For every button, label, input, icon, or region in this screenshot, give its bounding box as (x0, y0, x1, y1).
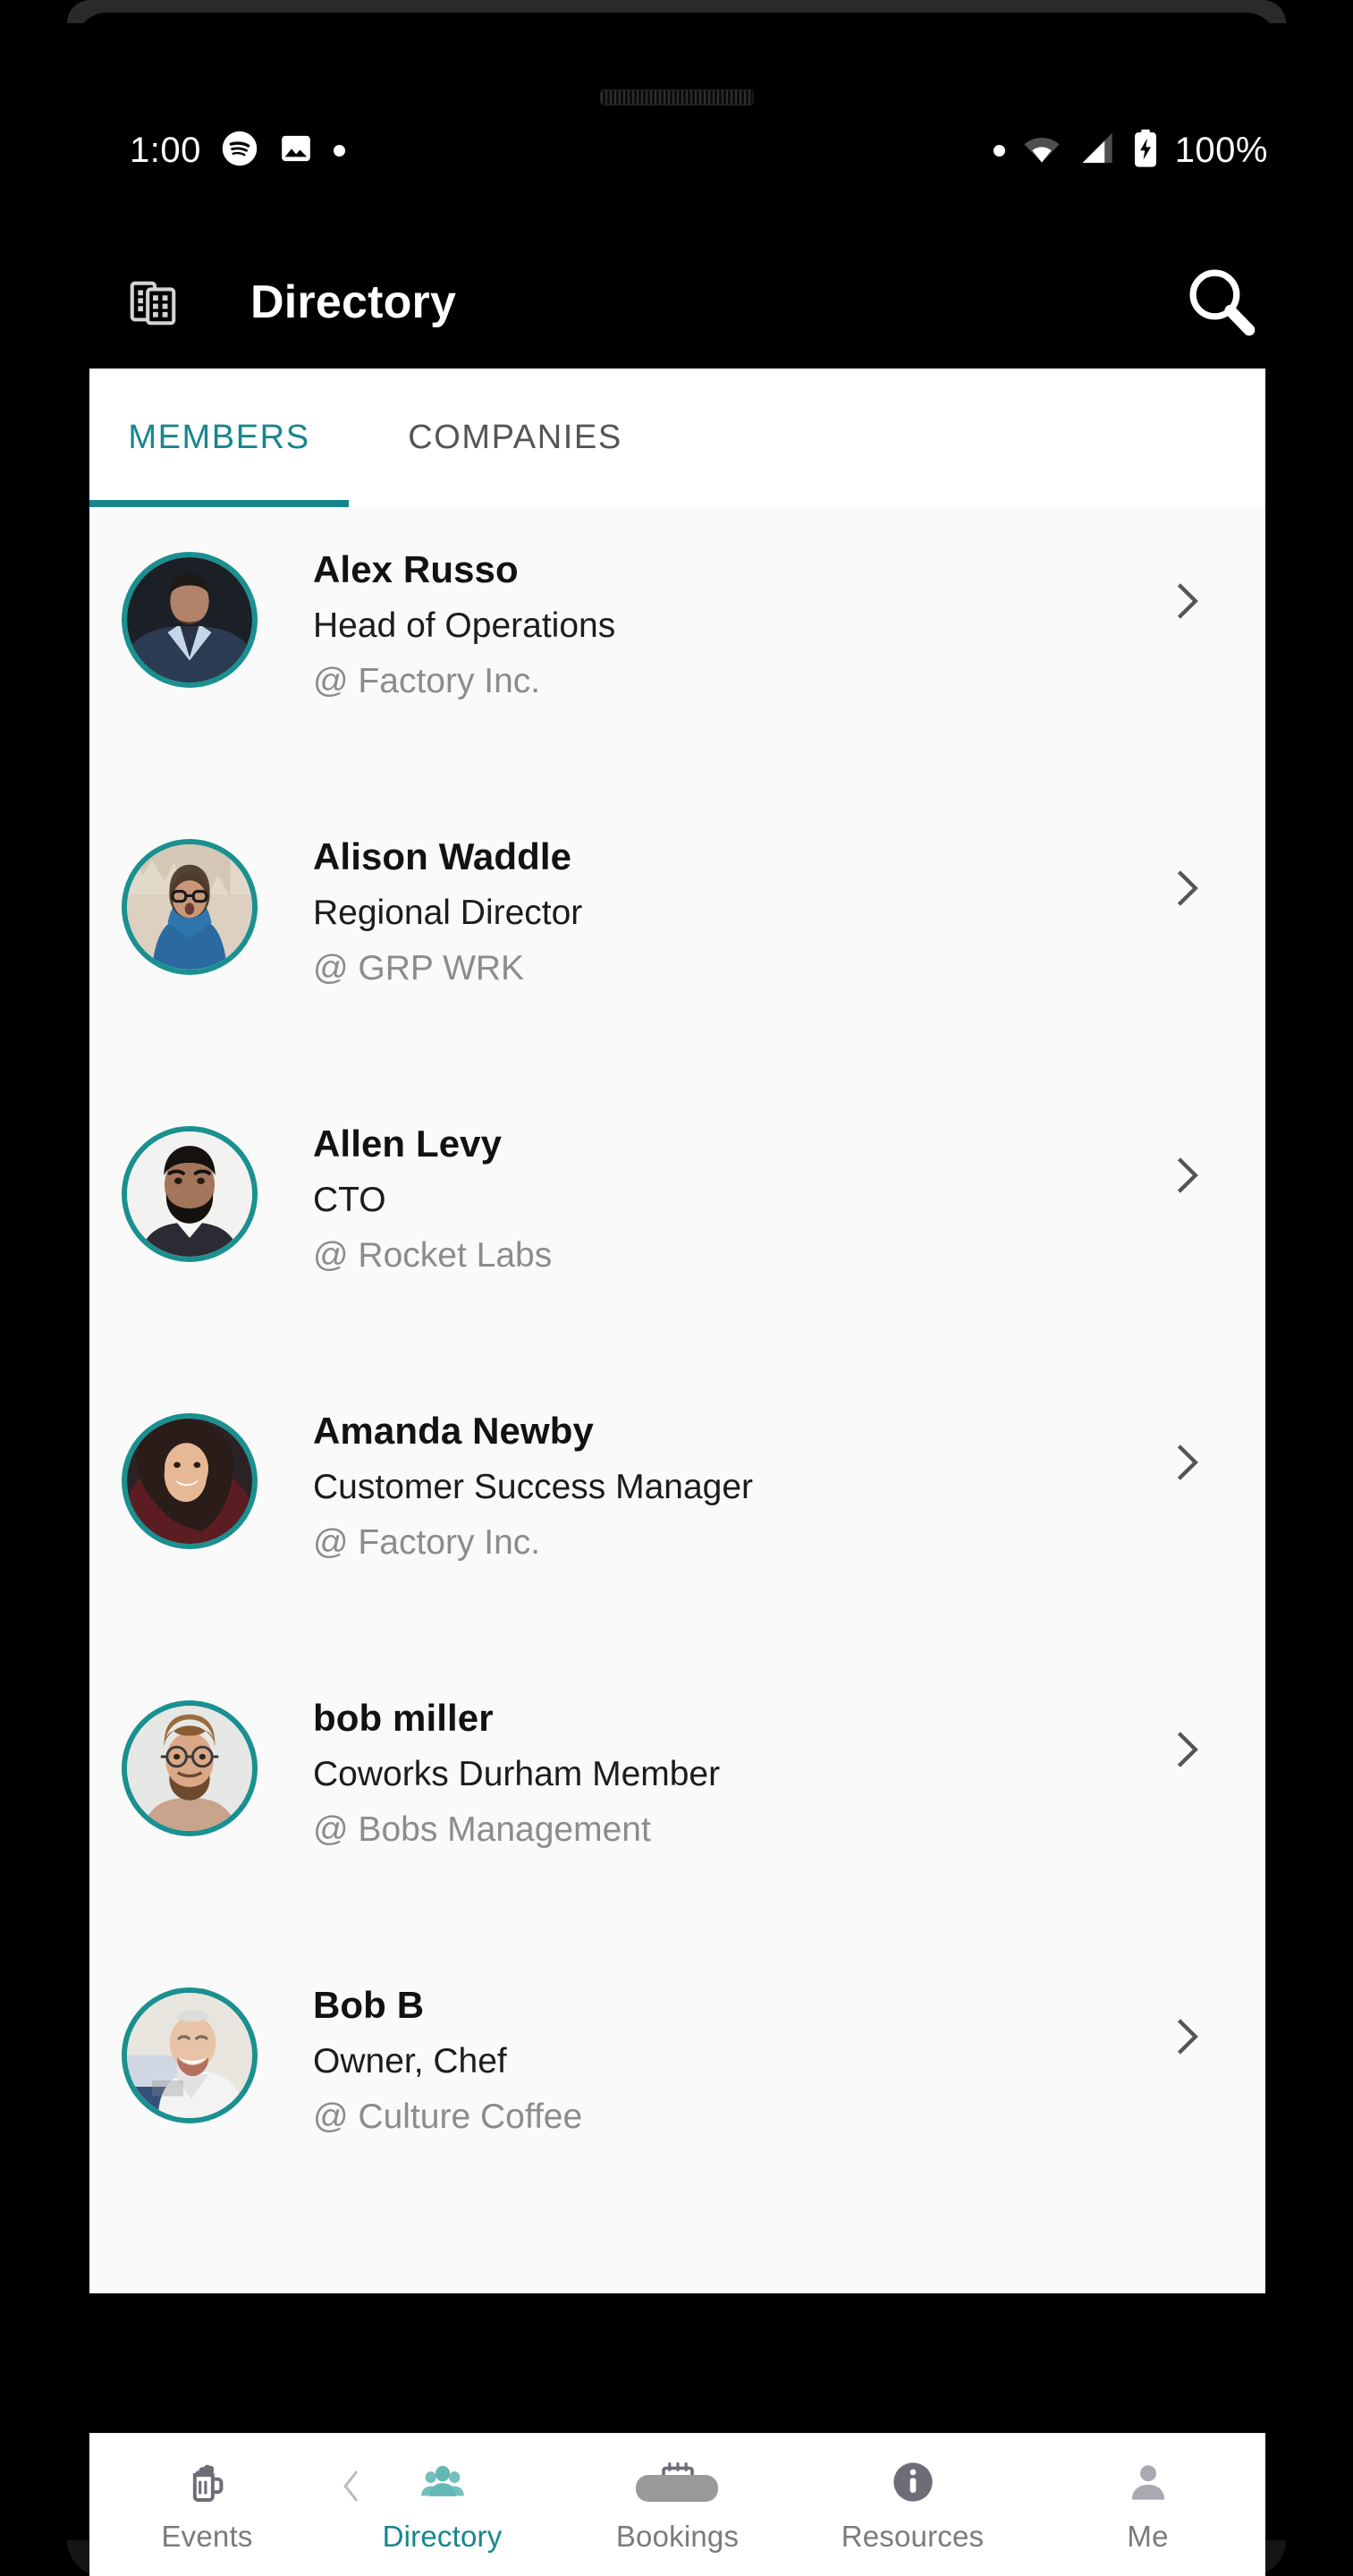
member-info: bob miller Coworks Durham Member @ Bobs … (313, 1681, 1137, 1851)
system-navigation-bar (0, 2436, 1353, 2540)
member-list[interactable]: Alex Russo Head of Operations @ Factory … (89, 507, 1265, 2230)
member-company: @ GRP WRK (313, 949, 525, 988)
avatar[interactable] (122, 1700, 258, 1836)
member-info: Amanda Newby Customer Success Manager @ … (313, 1394, 1137, 1563)
member-role: Owner, Chef (313, 2042, 507, 2081)
avatar[interactable] (122, 1987, 258, 2123)
chevron-left-icon[interactable] (331, 2466, 372, 2512)
member-company: @ Culture Coffee (313, 2097, 583, 2137)
table-row[interactable]: bob miller Coworks Durham Member @ Bobs … (89, 1656, 1265, 1943)
table-row[interactable]: Alex Russo Head of Operations @ Factory … (89, 507, 1265, 794)
tab-bar: MEMBERS COMPANIES (89, 369, 1265, 507)
chevron-right-icon[interactable] (1137, 1987, 1235, 2086)
battery-percentage: 100% (1174, 130, 1268, 170)
photo-icon (278, 131, 314, 171)
member-company: @ Factory Inc. (313, 1523, 541, 1563)
member-company: @ Factory Inc. (313, 662, 541, 701)
battery-charging-icon (1132, 129, 1159, 173)
wifi-icon (1021, 131, 1062, 171)
search-icon[interactable] (1178, 259, 1264, 345)
table-row[interactable]: Allen Levy CTO @ Rocket Labs (89, 1081, 1265, 1368)
status-time: 1:00 (130, 130, 201, 170)
page-title: Directory (250, 276, 457, 328)
avatar[interactable] (122, 1126, 258, 1262)
member-name: bob miller (313, 1697, 494, 1739)
chevron-right-icon[interactable] (1137, 552, 1235, 650)
notification-dot-icon (993, 144, 1005, 157)
status-bar-right: 100% (993, 129, 1268, 173)
chevron-right-icon[interactable] (1137, 1413, 1235, 1512)
member-name: Alex Russo (313, 548, 519, 590)
member-info: Allen Levy CTO @ Rocket Labs (313, 1106, 1137, 1276)
chevron-right-icon[interactable] (1137, 839, 1235, 937)
member-name: Amanda Newby (313, 1410, 594, 1452)
tab-members[interactable]: MEMBERS (89, 369, 349, 507)
member-name: Allen Levy (313, 1123, 503, 1165)
status-bar-left: 1:00 (130, 130, 345, 172)
avatar[interactable] (122, 1413, 258, 1549)
device-frame: 1:00 100% Directory MEMBERS COMPANIES Al… (0, 0, 1353, 2576)
table-row[interactable]: Alison Waddle Regional Director @ GRP WR… (89, 794, 1265, 1081)
member-name: Alison Waddle (313, 835, 572, 877)
member-role: Regional Director (313, 894, 583, 933)
cellular-signal-icon (1078, 131, 1116, 171)
spotify-icon (221, 130, 258, 172)
home-indicator-pill[interactable] (635, 2475, 718, 2502)
avatar[interactable] (122, 552, 258, 688)
avatar[interactable] (122, 839, 258, 975)
member-name: Bob B (313, 1984, 425, 2026)
tab-companies[interactable]: COMPANIES (381, 369, 649, 507)
member-role: Customer Success Manager (313, 1468, 754, 1507)
app-bar: Directory (0, 240, 1353, 365)
member-info: Alex Russo Head of Operations @ Factory … (313, 532, 1137, 702)
member-role: Head of Operations (313, 606, 616, 646)
member-company: @ Bobs Management (313, 1810, 651, 1850)
chevron-right-icon[interactable] (1137, 1700, 1235, 1799)
member-company: @ Rocket Labs (313, 1236, 553, 1275)
status-bar: 1:00 100% (0, 114, 1353, 186)
earpiece-speaker-grille (599, 89, 754, 106)
member-info: Bob B Owner, Chef @ Culture Coffee (313, 1968, 1137, 2138)
tab-active-indicator (89, 500, 349, 507)
notification-dot-icon (333, 144, 345, 157)
member-role: Coworks Durham Member (313, 1755, 721, 1794)
member-role: CTO (313, 1181, 386, 1220)
chevron-right-icon[interactable] (1137, 1126, 1235, 1224)
buildings-icon[interactable] (125, 275, 181, 330)
app-content-card: MEMBERS COMPANIES Alex Russo Head of Ope… (89, 369, 1265, 2293)
member-info: Alison Waddle Regional Director @ GRP WR… (313, 819, 1137, 989)
table-row[interactable]: Bob B Owner, Chef @ Culture Coffee (89, 1943, 1265, 2230)
device-bezel-inner (75, 13, 1278, 93)
table-row[interactable]: Amanda Newby Customer Success Manager @ … (89, 1368, 1265, 1656)
